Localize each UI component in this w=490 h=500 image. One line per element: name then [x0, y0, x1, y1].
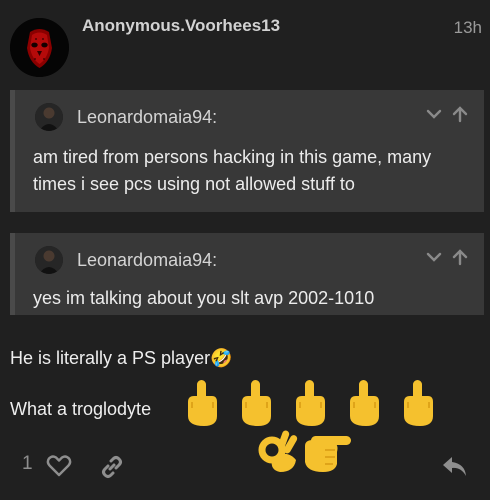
- chevron-down-icon[interactable]: [424, 247, 444, 267]
- post-username[interactable]: Anonymous.Voorhees13: [82, 16, 280, 36]
- arrow-up-icon[interactable]: [450, 247, 470, 267]
- quote-header: Leonardomaia94:: [35, 102, 217, 132]
- person-photo-icon: [35, 246, 63, 274]
- reply-icon[interactable]: [441, 455, 469, 479]
- quote-header: Leonardomaia94:: [35, 245, 217, 275]
- chevron-down-icon[interactable]: [424, 104, 444, 124]
- heart-icon[interactable]: [46, 454, 72, 478]
- quote-block: Leonardomaia94: am tired from persons ha…: [10, 90, 484, 212]
- quote-author[interactable]: Leonardomaia94:: [77, 107, 217, 128]
- middle-finger-emoji: [349, 379, 380, 427]
- post-text-line: What a troglodyte: [10, 399, 152, 419]
- post-text-line: He is literally a PS player🤣: [10, 348, 233, 368]
- quote-author[interactable]: Leonardomaia94:: [77, 250, 217, 271]
- middle-finger-emoji: [403, 379, 434, 427]
- arrow-up-icon[interactable]: [450, 104, 470, 124]
- middle-finger-emoji: [295, 379, 326, 427]
- quote-avatar: [35, 103, 63, 131]
- quote-block: Leonardomaia94: yes im talking about you…: [10, 233, 484, 315]
- hockey-mask-icon: [10, 18, 69, 77]
- middle-finger-emoji: [187, 379, 218, 427]
- quote-controls: [424, 247, 470, 267]
- middle-finger-emoji: [241, 379, 272, 427]
- ok-hand-emoji: [258, 430, 298, 472]
- pointing-right-emoji: [305, 436, 351, 472]
- person-photo-icon: [35, 103, 63, 131]
- quote-text: am tired from persons hacking in this ga…: [33, 147, 432, 194]
- like-count[interactable]: 1: [22, 453, 33, 475]
- user-avatar[interactable]: [10, 18, 69, 77]
- quote-text: yes im talking about you slt avp 2002-10…: [33, 288, 375, 308]
- quote-avatar: [35, 246, 63, 274]
- link-icon[interactable]: [99, 454, 125, 480]
- post-time[interactable]: 13h: [454, 18, 482, 38]
- middle-finger-emoji-row: [187, 379, 434, 427]
- quote-controls: [424, 104, 470, 124]
